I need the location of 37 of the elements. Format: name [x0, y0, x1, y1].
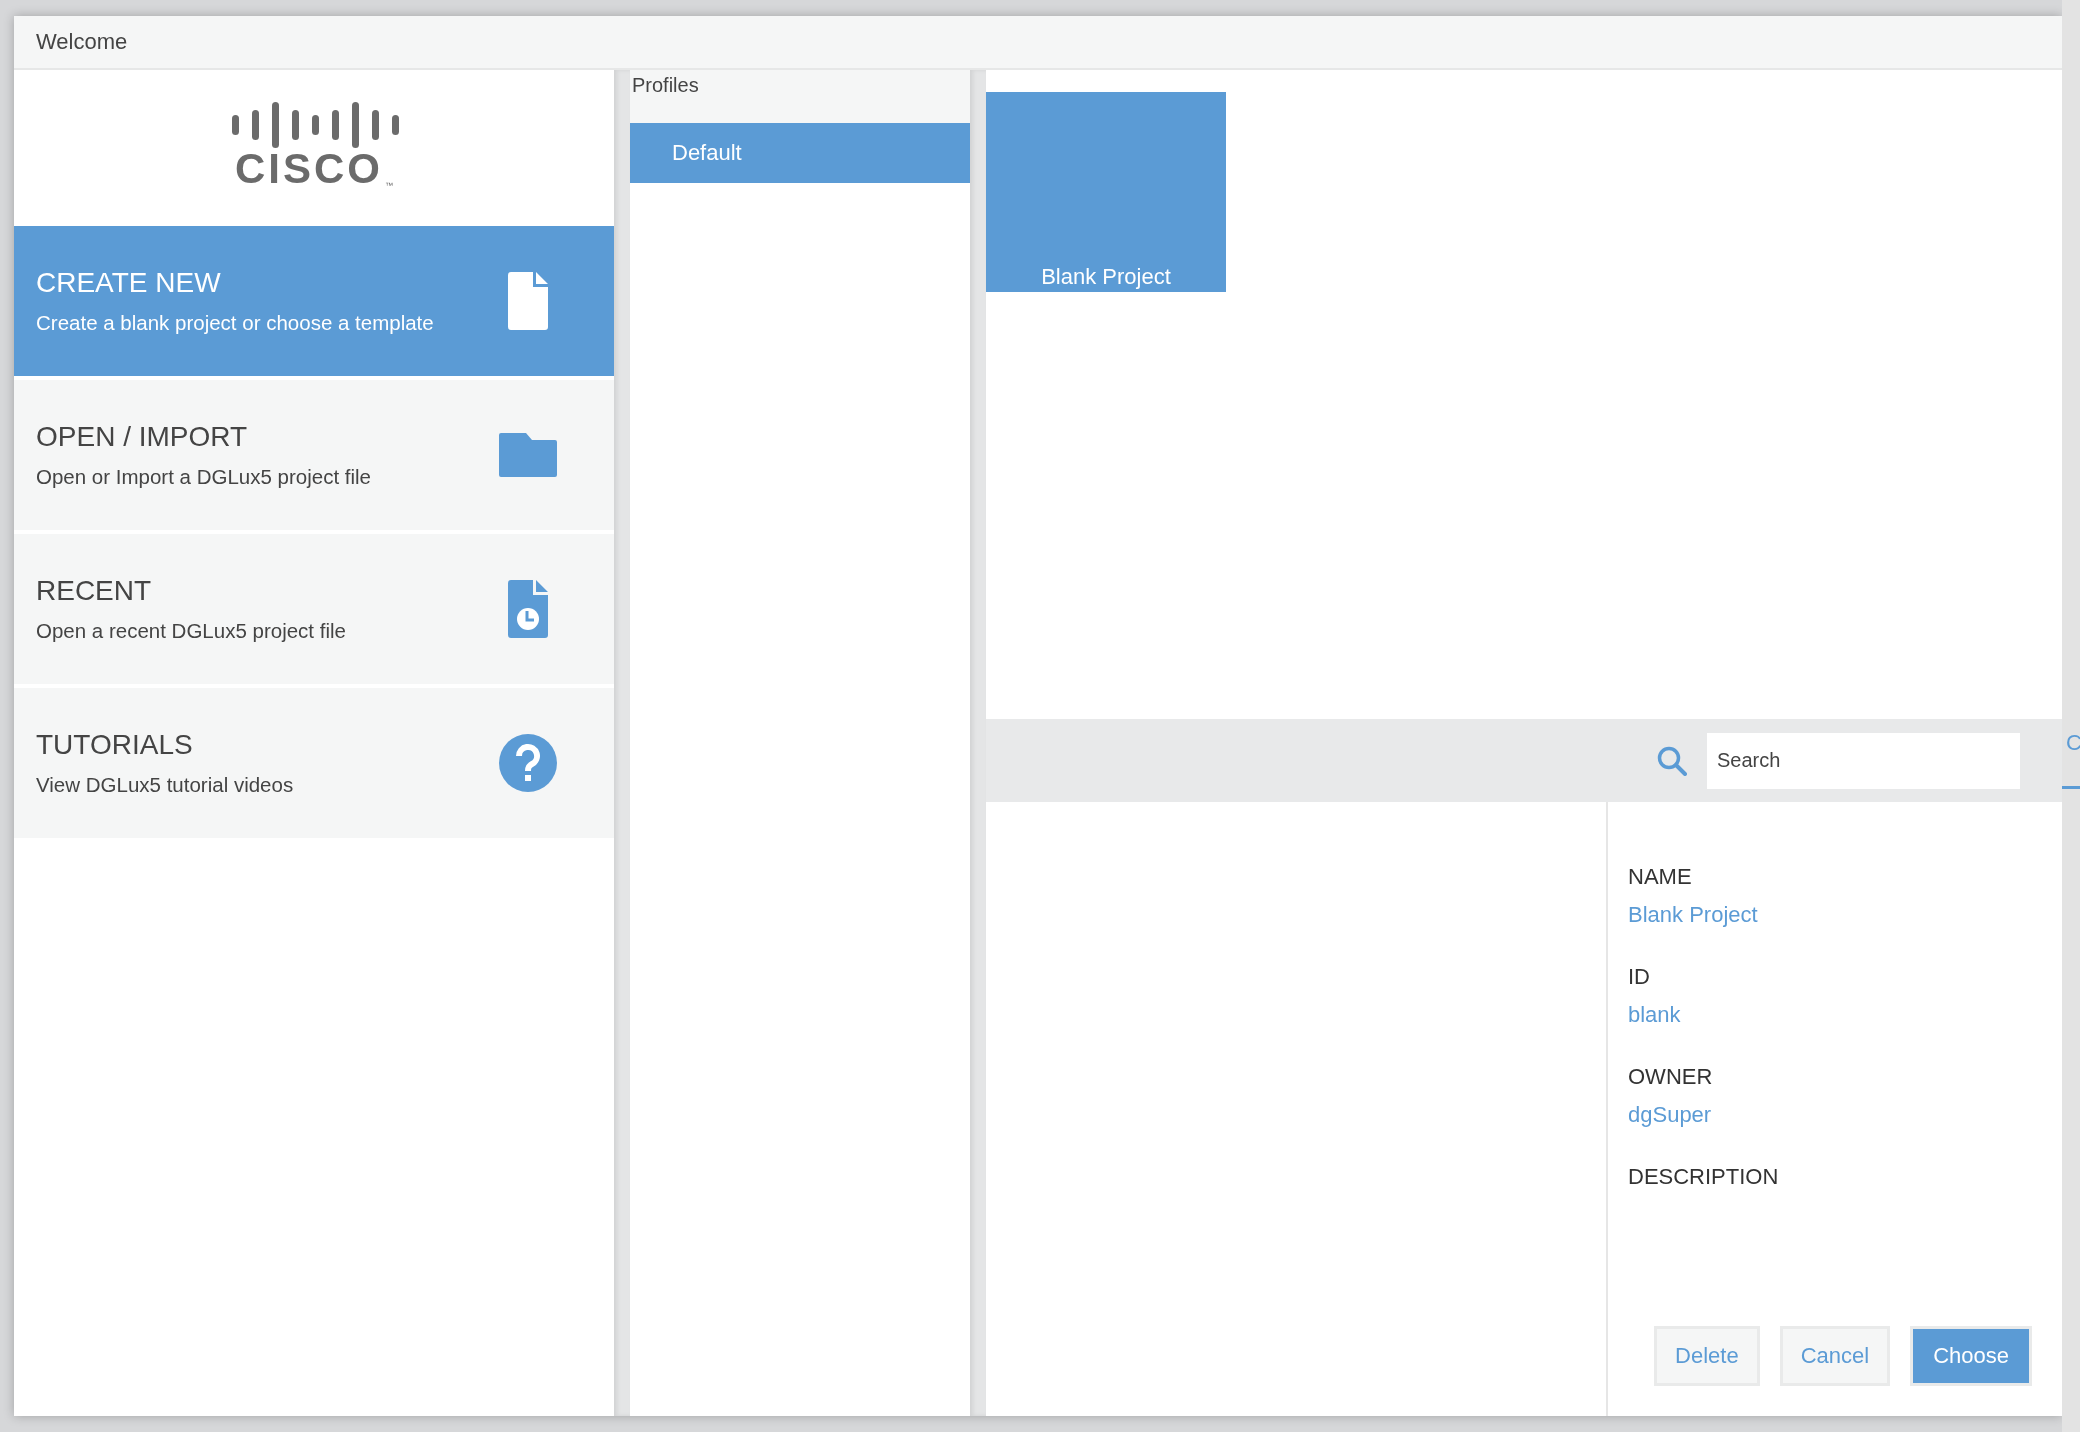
field-label: DESCRIPTION [1628, 1164, 1780, 1190]
field-label: ID [1628, 964, 1651, 990]
primary-button[interactable]: Choose [1910, 1326, 2032, 1386]
clock-document-icon [508, 580, 548, 638]
menu-item[interactable]: CREATE NEW Create a blank project or choose a template [14, 226, 614, 376]
menu-item-description: Create a blank project or choose a template [36, 311, 434, 335]
splitter-bar[interactable] [970, 70, 986, 1416]
window-title: Welcome [14, 16, 2062, 70]
secondary-button[interactable]: Cancel [1779, 1326, 1891, 1386]
menu-item-description: Open or Import a DGLux5 project file [36, 465, 371, 489]
logo-wordmark: CISCO [235, 148, 383, 190]
search-field[interactable]: Search [1707, 732, 2020, 789]
folder-icon [499, 433, 557, 477]
menu-item[interactable]: RECENT Open a recent DGLux5 project file [14, 534, 614, 684]
menu-item-title: TUTORIALS [36, 729, 194, 761]
menu-item[interactable]: TUTORIALS View DGLux5 tutorial videos [14, 688, 614, 838]
secondary-button[interactable]: Delete [1654, 1326, 1760, 1386]
menu-item-title: OPEN / IMPORT [36, 421, 249, 453]
logo-bars-icon [229, 102, 399, 148]
menu-item-title: CREATE NEW [36, 267, 222, 299]
field-value: dgSuper [1628, 1102, 1713, 1128]
field-value: Blank Project [1628, 902, 1759, 928]
help-icon [499, 734, 557, 792]
menu-item-description: View DGLux5 tutorial videos [36, 773, 294, 797]
field-value: blank [1628, 1002, 1682, 1028]
profile-item[interactable]: Default [630, 123, 970, 183]
document-icon [508, 272, 548, 330]
menu-item[interactable]: OPEN / IMPORT Open or Import a DGLux5 project file [14, 380, 614, 530]
search-icon [1657, 745, 1687, 776]
splitter-bar[interactable] [614, 70, 630, 1416]
menu-item-title: RECENT [36, 575, 153, 607]
field-label: NAME [1628, 864, 1693, 890]
profiles-heading: Profiles [632, 74, 699, 96]
field-label: OWNER [1628, 1064, 1714, 1090]
menu-item-description: Open a recent DGLux5 project file [36, 619, 346, 643]
trademark-sign: ™ [385, 181, 393, 190]
template-tile[interactable]: Blank Project [986, 92, 1226, 292]
